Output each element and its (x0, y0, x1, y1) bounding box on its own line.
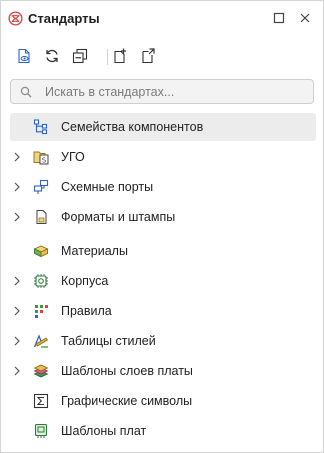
chevron-right-icon[interactable] (12, 152, 22, 162)
tree-item-label: Схемные порты (61, 180, 154, 194)
tree-item-label: УГО (61, 150, 85, 164)
tree-item-label: Таблицы стилей (61, 334, 156, 348)
chevron-right-icon[interactable] (12, 212, 22, 222)
add-icon (114, 48, 126, 64)
close-icon (300, 13, 310, 23)
tree-item-schematic-ports[interactable]: Схемные порты (10, 173, 316, 201)
tree-item-component-families[interactable]: Семейства компонентов (10, 113, 316, 141)
toolbar-separator (107, 49, 108, 65)
tree-item-layer-templates[interactable]: Шаблоны слоев платы (10, 357, 316, 385)
chevron-right-icon[interactable] (12, 276, 22, 286)
chevron-right-icon[interactable] (12, 366, 22, 376)
add-button[interactable] (109, 45, 131, 67)
chevron-right-icon[interactable] (12, 306, 22, 316)
collapse-all-icon (72, 48, 88, 64)
formats-stamps-icon (36, 210, 47, 224)
tree-item-formats-stamps[interactable]: Форматы и штампы (10, 203, 316, 231)
panel-title: Стандарты (28, 11, 100, 26)
export-icon (142, 48, 155, 64)
tree-item-style-tables[interactable]: Таблицы стилей (10, 327, 316, 355)
tree-item-label: Материалы (61, 244, 128, 258)
layer-templates-icon (33, 364, 49, 378)
view-icon (18, 48, 30, 64)
collapse-all-button[interactable] (69, 45, 91, 67)
tree-item-board-templates[interactable]: Шаблоны плат (10, 417, 316, 445)
tree-item-label: Шаблоны слоев платы (61, 364, 193, 378)
symbol-library-icon: S (33, 151, 49, 165)
refresh-button[interactable] (41, 45, 63, 67)
materials-icon (33, 245, 49, 258)
title-bar: Стандарты (1, 1, 323, 37)
search-box (10, 79, 314, 104)
tree-item-rules[interactable]: Правила (10, 297, 316, 325)
tree-item-label: Шаблоны плат (61, 424, 147, 438)
tree-item-label: Форматы и штампы (61, 210, 176, 224)
tree-item-graphic-symbols[interactable]: Графические символы (10, 387, 316, 415)
component-families-icon (33, 119, 48, 135)
search-icon (20, 86, 32, 98)
tree-item-ugo[interactable]: S УГО (10, 143, 316, 171)
export-button[interactable] (137, 45, 159, 67)
graphic-symbols-icon (33, 393, 49, 409)
search-input[interactable] (45, 83, 305, 100)
view-button[interactable] (13, 45, 35, 67)
maximize-icon (273, 12, 285, 24)
tree-item-packages[interactable]: Корпуса (10, 267, 316, 295)
packages-icon (34, 274, 48, 288)
tree-item-materials[interactable]: Материалы (10, 237, 316, 265)
tree-item-label: Графические символы (61, 394, 193, 408)
close-button[interactable] (297, 10, 313, 26)
chevron-right-icon[interactable] (12, 182, 22, 192)
standards-panel: Стандарты Искать в стандартах... Семейст… (0, 0, 324, 453)
svg-text:S: S (42, 157, 47, 165)
refresh-icon (46, 49, 58, 63)
board-templates-icon (34, 423, 48, 438)
maximize-button[interactable] (271, 10, 287, 26)
rules-icon (35, 305, 48, 318)
tree-item-label: Семейства компонентов (61, 120, 204, 134)
standards-logo-icon (8, 11, 23, 26)
tree-item-label: Корпуса (61, 274, 109, 288)
schematic-ports-icon (33, 179, 49, 194)
tree-item-label: Правила (61, 304, 112, 318)
style-tables-icon (33, 334, 49, 348)
toolbar (1, 41, 323, 71)
chevron-right-icon[interactable] (12, 336, 22, 346)
